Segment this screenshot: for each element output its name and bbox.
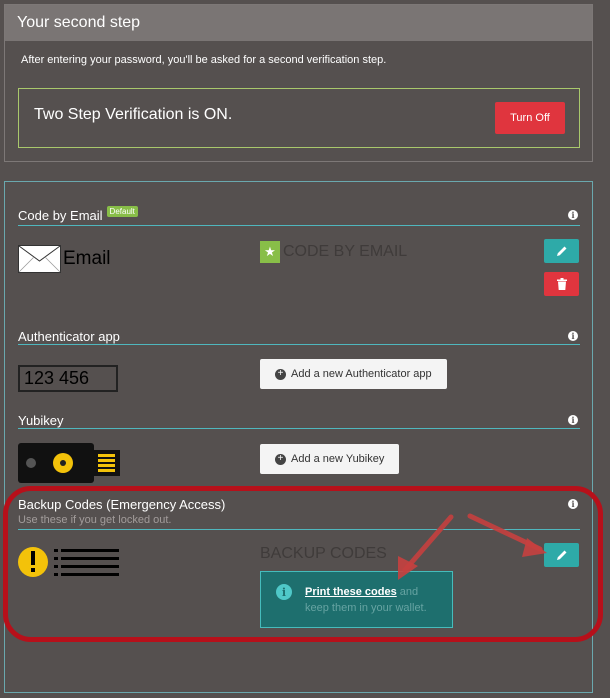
- backup-codes-icon: [18, 545, 120, 579]
- print-codes-text: Print these codes and keep them in your …: [305, 584, 445, 616]
- email-section-divider: [18, 225, 580, 226]
- list-icon: [54, 549, 119, 576]
- email-icon-label: Email: [63, 248, 111, 269]
- authenticator-section-divider: [18, 344, 580, 345]
- backup-section-subtitle: Use these if you get locked out.: [18, 514, 172, 526]
- plus-circle-icon: +: [275, 368, 286, 380]
- pencil-icon: [556, 550, 566, 560]
- pencil-icon: [556, 246, 566, 256]
- backup-method-name: BACKUP CODES: [260, 545, 387, 563]
- yubikey-section-divider: [18, 428, 580, 429]
- authenticator-code-sample: 123 456: [18, 365, 118, 392]
- panel-title: Your second step: [17, 14, 141, 31]
- methods-panel: Code by Email Default i Email ★ CODE BY …: [4, 181, 593, 693]
- edit-email-button[interactable]: [544, 239, 579, 263]
- panel-header: Your second step: [5, 5, 592, 41]
- turn-off-button[interactable]: Turn Off: [495, 102, 565, 134]
- verification-status-box: Two Step Verification is ON. Turn Off: [18, 88, 580, 148]
- warning-icon: [18, 547, 48, 577]
- default-badge: Default: [106, 206, 138, 217]
- trash-icon: [556, 278, 567, 290]
- add-yubikey-button[interactable]: + Add a new Yubikey: [260, 444, 400, 474]
- print-codes-info-box: i Print these codes and keep them in you…: [260, 571, 453, 628]
- add-authenticator-label: Add a new Authenticator app: [291, 368, 432, 380]
- backup-info-icon[interactable]: i: [568, 499, 578, 509]
- email-section-label: Code by Email: [18, 208, 103, 223]
- print-codes-link[interactable]: Print these codes: [305, 586, 397, 598]
- add-yubikey-label: Add a new Yubikey: [291, 453, 385, 465]
- backup-section-label: Backup Codes (Emergency Access): [18, 497, 226, 512]
- backup-method-label: BACKUP CODES: [260, 545, 387, 562]
- delete-email-button[interactable]: [544, 272, 579, 296]
- panel-description: After entering your password, you'll be …: [21, 54, 387, 66]
- star-icon: ★: [260, 241, 280, 263]
- edit-backup-codes-button[interactable]: [544, 543, 579, 567]
- email-info-icon[interactable]: i: [568, 210, 578, 220]
- backup-section-title: Backup Codes (Emergency Access): [18, 497, 225, 512]
- second-step-panel: Your second step After entering your pas…: [4, 4, 593, 162]
- backup-section-divider: [18, 529, 580, 530]
- email-method-name: ★ CODE BY EMAIL: [260, 241, 407, 263]
- yubikey-section-label: Yubikey: [18, 413, 64, 428]
- plus-circle-icon: +: [275, 453, 286, 465]
- add-authenticator-button[interactable]: + Add a new Authenticator app: [260, 359, 447, 389]
- authenticator-section-label: Authenticator app: [18, 329, 120, 344]
- email-section-title: Code by Email Default: [18, 206, 138, 223]
- info-icon: i: [276, 584, 292, 600]
- authenticator-info-icon[interactable]: i: [568, 331, 578, 341]
- email-method-label: CODE BY EMAIL: [283, 243, 408, 260]
- authenticator-section-title: Authenticator app: [18, 329, 120, 344]
- envelope-icon: [18, 245, 61, 273]
- verification-status-text: Two Step Verification is ON.: [34, 106, 233, 123]
- yubikey-icon: [18, 443, 120, 483]
- yubikey-info-icon[interactable]: i: [568, 415, 578, 425]
- yubikey-section-title: Yubikey: [18, 413, 64, 428]
